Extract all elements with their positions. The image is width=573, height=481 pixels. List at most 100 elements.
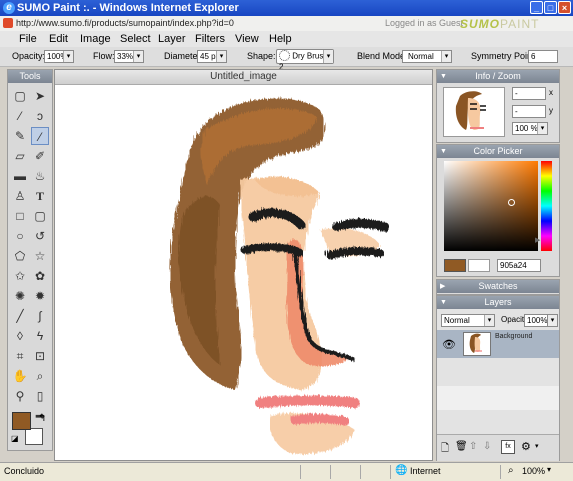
internet-explorer-icon: e: [3, 2, 15, 14]
smudge-tool-icon[interactable]: ✐: [31, 147, 49, 165]
crop-tool-icon[interactable]: ⌗: [11, 347, 29, 365]
spiral-tool-icon[interactable]: ↺: [31, 227, 49, 245]
move-tool-icon[interactable]: ➤: [31, 87, 49, 105]
move-layer-up-icon[interactable]: ⇧: [469, 441, 477, 452]
diameter-dropdown-icon[interactable]: ▾: [216, 51, 226, 62]
navigator-thumbnail[interactable]: [443, 87, 505, 137]
layer-blend-mode-select[interactable]: Normal ▾: [441, 314, 495, 327]
previous-color-swatch[interactable]: [468, 259, 490, 272]
gear-shape-tool-icon[interactable]: ✹: [31, 287, 49, 305]
new-layer-icon[interactable]: 🗋: [441, 441, 449, 458]
burst-shape-tool-icon[interactable]: ✺: [11, 287, 29, 305]
layer-settings-dropdown-icon[interactable]: ▾: [535, 442, 539, 450]
swap-colors-icon[interactable]: ↰: [38, 413, 46, 424]
primary-color-swatch[interactable]: [12, 412, 31, 430]
sumo-paint-logo: SUMOPAINT: [460, 17, 540, 31]
blur-drop-tool-icon[interactable]: ◊: [11, 327, 29, 345]
shape-dropdown-icon[interactable]: ▾: [323, 50, 333, 63]
ellipse-tool-icon[interactable]: ○: [11, 227, 29, 245]
line-tool-icon[interactable]: ╱: [11, 307, 29, 325]
transform-tool-icon[interactable]: ⊡: [31, 347, 49, 365]
collapse-triangle-icon[interactable]: ▼: [440, 145, 447, 158]
hue-slider-arrow-icon[interactable]: ▶: [535, 236, 540, 244]
flower-shape-tool-icon[interactable]: ✿: [31, 267, 49, 285]
flow-field[interactable]: 33% ▾: [114, 50, 144, 63]
window-title-bar[interactable]: e SUMO Paint :. - Windows Internet Explo…: [0, 0, 573, 16]
current-color-swatch[interactable]: [444, 259, 466, 272]
maximize-button[interactable]: □: [544, 1, 557, 14]
brush-preview-icon: [279, 50, 290, 62]
layer-opacity-field[interactable]: 100%: [524, 314, 548, 327]
menu-view[interactable]: View: [235, 33, 259, 45]
rectangle-tool-icon[interactable]: □: [11, 207, 29, 225]
star-tool-icon[interactable]: ☆: [31, 247, 49, 265]
drawing-canvas[interactable]: [55, 85, 432, 460]
dodge-burn-tool-icon[interactable]: ϟ: [31, 327, 49, 345]
color-picker-title: ▼ Color Picker: [437, 145, 559, 158]
marquee-tool-icon[interactable]: ▢: [11, 87, 29, 105]
color-tool-icon[interactable]: ▯: [31, 387, 49, 405]
fill-bucket-tool-icon[interactable]: ♨: [31, 167, 49, 185]
swatches-title[interactable]: ▶ Swatches: [437, 280, 559, 293]
text-tool-icon[interactable]: T: [31, 187, 49, 205]
menu-layer[interactable]: Layer: [158, 33, 186, 45]
diameter-field[interactable]: 45 px ▾: [197, 50, 227, 63]
magic-wand-tool-icon[interactable]: ⁄: [11, 107, 29, 125]
menu-image[interactable]: Image: [80, 33, 111, 45]
layer-blend-dropdown-icon[interactable]: ▾: [484, 315, 494, 326]
color-picker-cursor-icon[interactable]: [508, 199, 515, 206]
menu-help[interactable]: Help: [269, 33, 292, 45]
layer-opacity-dropdown-icon[interactable]: ▾: [547, 314, 558, 327]
move-layer-down-icon[interactable]: ⇩: [483, 441, 491, 452]
layer-row-background[interactable]: 👁 Background: [437, 330, 559, 358]
default-colors-icon[interactable]: ◪: [11, 434, 19, 443]
opacity-field[interactable]: 100% ▾: [44, 50, 74, 63]
menu-bar: File Edit Image Select Layer Filters Vie…: [0, 31, 573, 47]
rounded-rectangle-tool-icon[interactable]: ▢: [31, 207, 49, 225]
eraser-tool-icon[interactable]: ▱: [11, 147, 29, 165]
hex-color-field[interactable]: 905a24: [497, 259, 541, 272]
delete-layer-icon[interactable]: 🗑: [455, 441, 468, 452]
zoom-dropdown-icon[interactable]: ▾: [537, 123, 547, 134]
lasso-tool-icon[interactable]: ↄ: [31, 107, 49, 125]
brush-shape-selector[interactable]: Dry Brush 2 ▾: [276, 49, 334, 72]
expand-triangle-icon[interactable]: ▶: [440, 280, 445, 293]
browser-zoom-level[interactable]: 100%: [522, 466, 545, 476]
minimize-button[interactable]: _: [530, 1, 543, 14]
collapse-triangle-icon[interactable]: ▼: [440, 70, 447, 83]
canvas-title: Untitled_image: [55, 70, 432, 85]
close-button[interactable]: ×: [558, 1, 571, 14]
layers-title: ▼ Layers: [437, 296, 559, 309]
symmetry-points-field[interactable]: 6: [528, 50, 558, 63]
zoom-magnifier-icon[interactable]: ⌕: [508, 465, 514, 476]
zoom-dropdown-icon[interactable]: ▾: [547, 465, 551, 474]
menu-file[interactable]: File: [19, 33, 37, 45]
zoom-tool-icon[interactable]: ⌕: [31, 367, 49, 385]
menu-edit[interactable]: Edit: [49, 33, 68, 45]
flow-dropdown-icon[interactable]: ▾: [133, 51, 143, 62]
curve-tool-icon[interactable]: ∫: [31, 307, 49, 325]
secondary-color-swatch[interactable]: [25, 428, 43, 445]
collapse-triangle-icon[interactable]: ▼: [440, 296, 447, 309]
gradient-tool-icon[interactable]: ▬: [11, 167, 29, 185]
eyedropper-tool-icon[interactable]: ⚲: [11, 387, 29, 405]
layer-effects-icon[interactable]: fx: [501, 440, 515, 454]
layer-settings-gear-icon[interactable]: ⚙: [521, 440, 531, 453]
flow-label: Flow:: [93, 51, 115, 61]
address-url[interactable]: http://www.sumo.fi/products/sumopaint/in…: [16, 17, 276, 29]
zoom-level-field[interactable]: 100 % ▾: [512, 122, 548, 135]
saturation-brightness-field[interactable]: [444, 161, 538, 251]
blend-mode-dropdown-icon[interactable]: ▾: [441, 51, 451, 62]
pencil-tool-icon[interactable]: ✎: [11, 127, 29, 145]
stamp-tool-icon[interactable]: ♙: [11, 187, 29, 205]
polygon-tool-icon[interactable]: ⬠: [11, 247, 29, 265]
hand-tool-icon[interactable]: ✋: [11, 367, 29, 385]
opacity-dropdown-icon[interactable]: ▾: [63, 51, 73, 62]
layer-visibility-eye-icon[interactable]: 👁: [442, 338, 456, 351]
star-filled-tool-icon[interactable]: ✩: [11, 267, 29, 285]
menu-filters[interactable]: Filters: [195, 33, 225, 45]
blend-mode-select[interactable]: Normal ▾: [402, 50, 452, 63]
hue-slider[interactable]: [541, 161, 552, 251]
menu-select[interactable]: Select: [120, 33, 151, 45]
brush-tool-icon[interactable]: ⁄: [31, 127, 49, 145]
